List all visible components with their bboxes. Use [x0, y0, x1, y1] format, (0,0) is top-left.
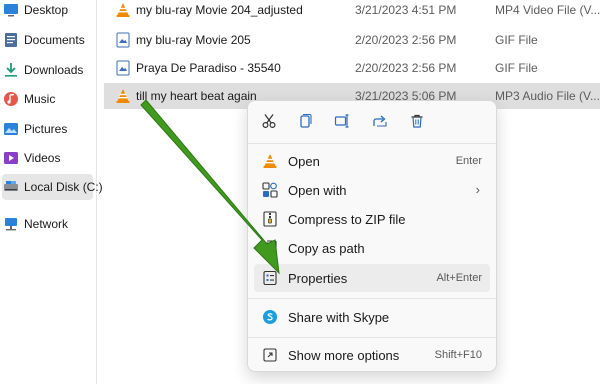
file-row[interactable]: my blu-ray Movie 205 2/20/2023 2:56 PM G…	[104, 27, 600, 53]
copy-button[interactable]	[291, 109, 319, 135]
sidebar-item-label: Desktop	[24, 3, 69, 17]
menu-item-share-skype[interactable]: Share with Skype	[254, 303, 490, 331]
copy-icon	[297, 113, 313, 132]
sidebar-item-label: Music	[24, 92, 56, 106]
menu-item-shortcut: Enter	[455, 155, 482, 167]
desktop-icon	[3, 2, 19, 18]
sidebar-item-label: Local Disk (C:)	[24, 180, 103, 194]
file-name: till my heart beat again	[136, 89, 257, 103]
menu-separator	[248, 298, 496, 299]
drive-icon	[3, 179, 19, 195]
file-name: my blu-ray Movie 204_adjusted	[136, 3, 303, 17]
menu-item-properties[interactable]: Properties Alt+Enter	[254, 264, 490, 292]
videos-icon	[3, 150, 19, 166]
sidebar-item-documents[interactable]: Documents	[0, 27, 94, 53]
sidebar-item-label: Videos	[24, 151, 61, 165]
rename-icon	[334, 113, 350, 132]
delete-button[interactable]	[403, 109, 431, 135]
delete-icon	[409, 113, 425, 132]
menu-item-shortcut: Alt+Enter	[436, 272, 482, 284]
downloads-icon	[3, 62, 19, 78]
rename-button[interactable]	[328, 109, 356, 135]
sidebar-item-downloads[interactable]: Downloads	[0, 57, 94, 83]
share-button[interactable]	[366, 109, 394, 135]
network-icon	[3, 216, 19, 232]
menu-item-compress-zip[interactable]: Compress to ZIP file	[254, 205, 490, 233]
copy-path-icon	[262, 240, 278, 256]
file-date: 2/20/2023 2:56 PM	[355, 33, 457, 47]
sidebar-item-label: Pictures	[24, 122, 68, 136]
menu-item-label: Show more options	[288, 348, 400, 363]
gif-file-icon	[115, 32, 131, 48]
share-icon	[372, 113, 388, 132]
chevron-right-icon: ›	[475, 182, 480, 197]
open-with-icon	[262, 182, 278, 198]
file-name: Praya De Paradiso - 35540	[136, 61, 281, 75]
sidebar-item-label: Documents	[24, 33, 85, 47]
file-row[interactable]: my blu-ray Movie 204_adjusted 3/21/2023 …	[104, 0, 600, 23]
pictures-icon	[3, 121, 19, 137]
menu-item-label: Share with Skype	[288, 310, 390, 325]
menu-item-open[interactable]: Open Enter	[254, 147, 490, 175]
more-options-icon	[262, 347, 278, 363]
menu-item-shortcut: Shift+F10	[434, 349, 482, 361]
file-type: MP3 Audio File (V...	[495, 89, 600, 103]
navigation-pane: Desktop Documents Downloads Music Pictur…	[0, 0, 103, 384]
sidebar-item-pictures[interactable]: Pictures	[0, 116, 94, 142]
sidebar-item-local-disk[interactable]: Local Disk (C:)	[2, 174, 103, 200]
file-date: 2/20/2023 2:56 PM	[355, 61, 457, 75]
menu-item-label: Open	[288, 154, 320, 169]
zip-icon	[262, 211, 278, 227]
file-name: my blu-ray Movie 205	[136, 33, 251, 47]
file-type: MP4 Video File (V...	[495, 3, 600, 17]
sidebar-item-music[interactable]: Music	[0, 86, 94, 112]
file-row[interactable]: Praya De Paradiso - 35540 2/20/2023 2:56…	[104, 55, 600, 81]
gif-file-icon	[115, 60, 131, 76]
menu-item-label: Copy as path	[288, 241, 365, 256]
menu-separator	[248, 337, 496, 338]
context-menu: Open Enter Open with › Compress to ZIP f…	[247, 100, 497, 372]
menu-separator	[248, 143, 496, 144]
menu-item-show-more-options[interactable]: Show more options Shift+F10	[254, 341, 490, 369]
file-type: GIF File	[495, 61, 538, 75]
sidebar-item-videos[interactable]: Videos	[0, 145, 94, 171]
sidebar-item-desktop[interactable]: Desktop	[0, 0, 94, 23]
vlc-icon	[115, 88, 131, 104]
sidebar-item-label: Network	[24, 217, 69, 231]
menu-item-label: Compress to ZIP file	[288, 212, 406, 227]
music-icon	[3, 91, 19, 107]
vlc-icon	[115, 2, 131, 18]
documents-icon	[3, 32, 19, 48]
sidebar-item-network[interactable]: Network	[0, 211, 94, 237]
menu-item-label: Properties	[288, 271, 348, 286]
file-date: 3/21/2023 4:51 PM	[355, 3, 457, 17]
cut-button[interactable]	[255, 109, 283, 135]
menu-item-label: Open with	[288, 183, 347, 198]
menu-item-copy-as-path[interactable]: Copy as path	[254, 234, 490, 262]
vlc-icon	[262, 153, 278, 169]
properties-icon	[262, 270, 278, 286]
cut-icon	[261, 113, 277, 132]
menu-item-open-with[interactable]: Open with ›	[254, 176, 490, 204]
skype-icon	[262, 309, 278, 325]
file-type: GIF File	[495, 33, 538, 47]
sidebar-item-label: Downloads	[24, 63, 84, 77]
